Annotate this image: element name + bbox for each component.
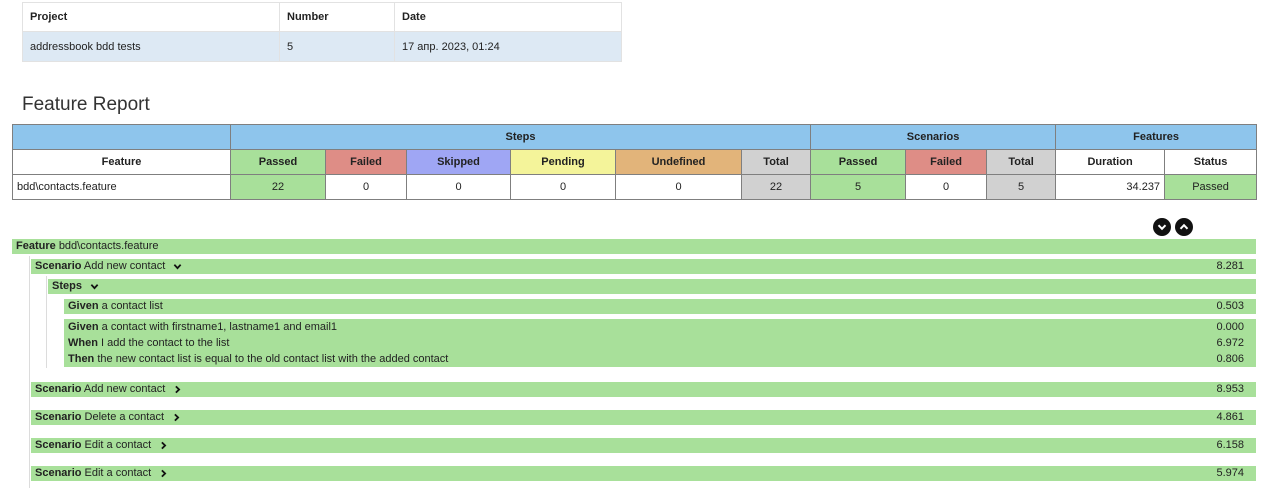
status-cell: Passed — [1164, 174, 1258, 200]
scenario-title: Edit a contact — [84, 439, 152, 451]
chevron-down-icon[interactable] — [173, 262, 182, 271]
scenarios-group-header: Scenarios — [810, 124, 1057, 150]
steps-failed-cell: 0 — [325, 174, 407, 200]
scenario-title: Add new contact — [83, 260, 166, 272]
step-row: Given a contact list 0.503 — [64, 299, 1256, 314]
project-name: addressbook bdd tests — [22, 31, 280, 62]
scenario-title: Delete a contact — [84, 411, 165, 423]
scenario-keyword: Scenario — [35, 260, 82, 272]
scenario-title: Add new contact — [83, 383, 166, 395]
feature-name-cell[interactable]: bdd\contacts.feature — [12, 174, 231, 200]
duration-cell: 34.237 — [1055, 174, 1166, 200]
chevron-right-icon[interactable] — [159, 441, 168, 450]
scenarios-passed-cell: 5 — [810, 174, 907, 200]
chevron-down-icon[interactable] — [90, 282, 99, 291]
scenario-duration: 4.861 — [1216, 411, 1244, 423]
chevron-up-icon — [1179, 223, 1189, 230]
scenario-duration: 8.953 — [1216, 383, 1244, 395]
steps-skipped-header[interactable]: Skipped — [406, 149, 511, 175]
steps-pending-cell: 0 — [510, 174, 616, 200]
scenario-row-expanded[interactable]: Scenario Add new contact 8.281 — [31, 259, 1256, 274]
feature-column-header[interactable]: Feature — [12, 149, 231, 175]
step-keyword: Given — [68, 321, 99, 333]
scenario-duration: 5.974 — [1216, 467, 1244, 479]
steps-total-cell: 22 — [740, 174, 812, 200]
step-keyword: Then — [68, 353, 95, 365]
step-text: I add the contact to the list — [101, 337, 230, 349]
scenario-duration: 8.281 — [1216, 260, 1244, 272]
step-duration: 0.806 — [1216, 353, 1244, 365]
project-header: Project — [22, 2, 280, 32]
feature-keyword: Feature — [16, 240, 56, 252]
duration-header[interactable]: Duration — [1055, 149, 1166, 175]
scenario-row-collapsed[interactable]: Scenario Delete a contact 4.861 — [31, 410, 1256, 425]
scenario-title: Edit a contact — [84, 467, 152, 479]
step-row: Then the new contact list is equal to th… — [68, 351, 1252, 367]
step-duration: 0.503 — [1216, 300, 1244, 312]
page-title: Feature Report — [22, 94, 150, 115]
features-group-header: Features — [1055, 124, 1258, 150]
steps-undefined-cell: 0 — [615, 174, 742, 200]
step-keyword: Given — [68, 300, 99, 312]
feature-group-header — [12, 124, 231, 150]
status-header[interactable]: Status — [1164, 149, 1258, 175]
step-group: Given a contact with firstname1, lastnam… — [64, 319, 1256, 367]
chevron-right-icon[interactable] — [172, 413, 181, 422]
step-text: a contact with firstname1, lastname1 and… — [101, 321, 338, 333]
steps-failed-header[interactable]: Failed — [325, 149, 407, 175]
project-info-table: Project Number Date addressbook bdd test… — [22, 2, 622, 62]
scenarios-failed-header[interactable]: Failed — [905, 149, 988, 175]
step-duration: 0.000 — [1216, 321, 1244, 333]
build-date: 17 апр. 2023, 01:24 — [394, 31, 622, 62]
steps-header-row[interactable]: Steps — [48, 279, 1256, 294]
feature-stats-table: Steps Scenarios Features Feature Passed … — [12, 124, 1258, 200]
scenario-row-collapsed[interactable]: Scenario Edit a contact 5.974 — [31, 466, 1256, 481]
steps-passed-header[interactable]: Passed — [230, 149, 326, 175]
expand-all-button[interactable] — [1153, 218, 1171, 236]
collapse-all-button[interactable] — [1175, 218, 1193, 236]
scenario-keyword: Scenario — [35, 411, 82, 423]
feature-row[interactable]: Feature bdd\contacts.feature — [12, 239, 1256, 254]
step-keyword: When — [68, 337, 98, 349]
feature-title: bdd\contacts.feature — [58, 240, 159, 252]
tree-guide-line — [29, 256, 30, 488]
scenario-row-collapsed[interactable]: Scenario Add new contact 8.953 — [31, 382, 1256, 397]
step-text: a contact list — [101, 300, 163, 312]
chevron-right-icon[interactable] — [173, 385, 182, 394]
scenarios-total-header[interactable]: Total — [986, 149, 1057, 175]
steps-group-header: Steps — [229, 124, 812, 150]
expand-collapse-controls — [1153, 218, 1193, 236]
steps-pending-header[interactable]: Pending — [510, 149, 616, 175]
scenarios-failed-cell: 0 — [905, 174, 988, 200]
table-row: bdd\contacts.feature 22 0 0 0 0 22 5 0 5… — [12, 174, 1258, 200]
steps-passed-cell: 22 — [230, 174, 326, 200]
steps-header-label: Steps — [52, 280, 82, 292]
step-row: When I add the contact to the list 6.972 — [68, 335, 1252, 351]
scenario-keyword: Scenario — [35, 467, 82, 479]
scenario-duration: 6.158 — [1216, 439, 1244, 451]
steps-total-header[interactable]: Total — [740, 149, 812, 175]
chevron-right-icon[interactable] — [159, 469, 168, 478]
number-header: Number — [279, 2, 395, 32]
scenario-keyword: Scenario — [35, 383, 82, 395]
scenario-keyword: Scenario — [35, 439, 82, 451]
chevron-down-icon — [1157, 224, 1167, 231]
date-header: Date — [394, 2, 622, 32]
feature-link[interactable]: bdd\contacts.feature — [17, 181, 117, 193]
scenarios-passed-header[interactable]: Passed — [810, 149, 907, 175]
scenario-row-collapsed[interactable]: Scenario Edit a contact 6.158 — [31, 438, 1256, 453]
steps-undefined-header[interactable]: Undefined — [615, 149, 742, 175]
build-number: 5 — [279, 31, 395, 62]
tree-guide-line — [46, 276, 47, 368]
step-row: Given a contact with firstname1, lastnam… — [68, 319, 1252, 335]
step-duration: 6.972 — [1216, 337, 1244, 349]
scenarios-total-cell: 5 — [986, 174, 1057, 200]
steps-skipped-cell: 0 — [406, 174, 511, 200]
step-text: the new contact list is equal to the old… — [97, 353, 449, 365]
